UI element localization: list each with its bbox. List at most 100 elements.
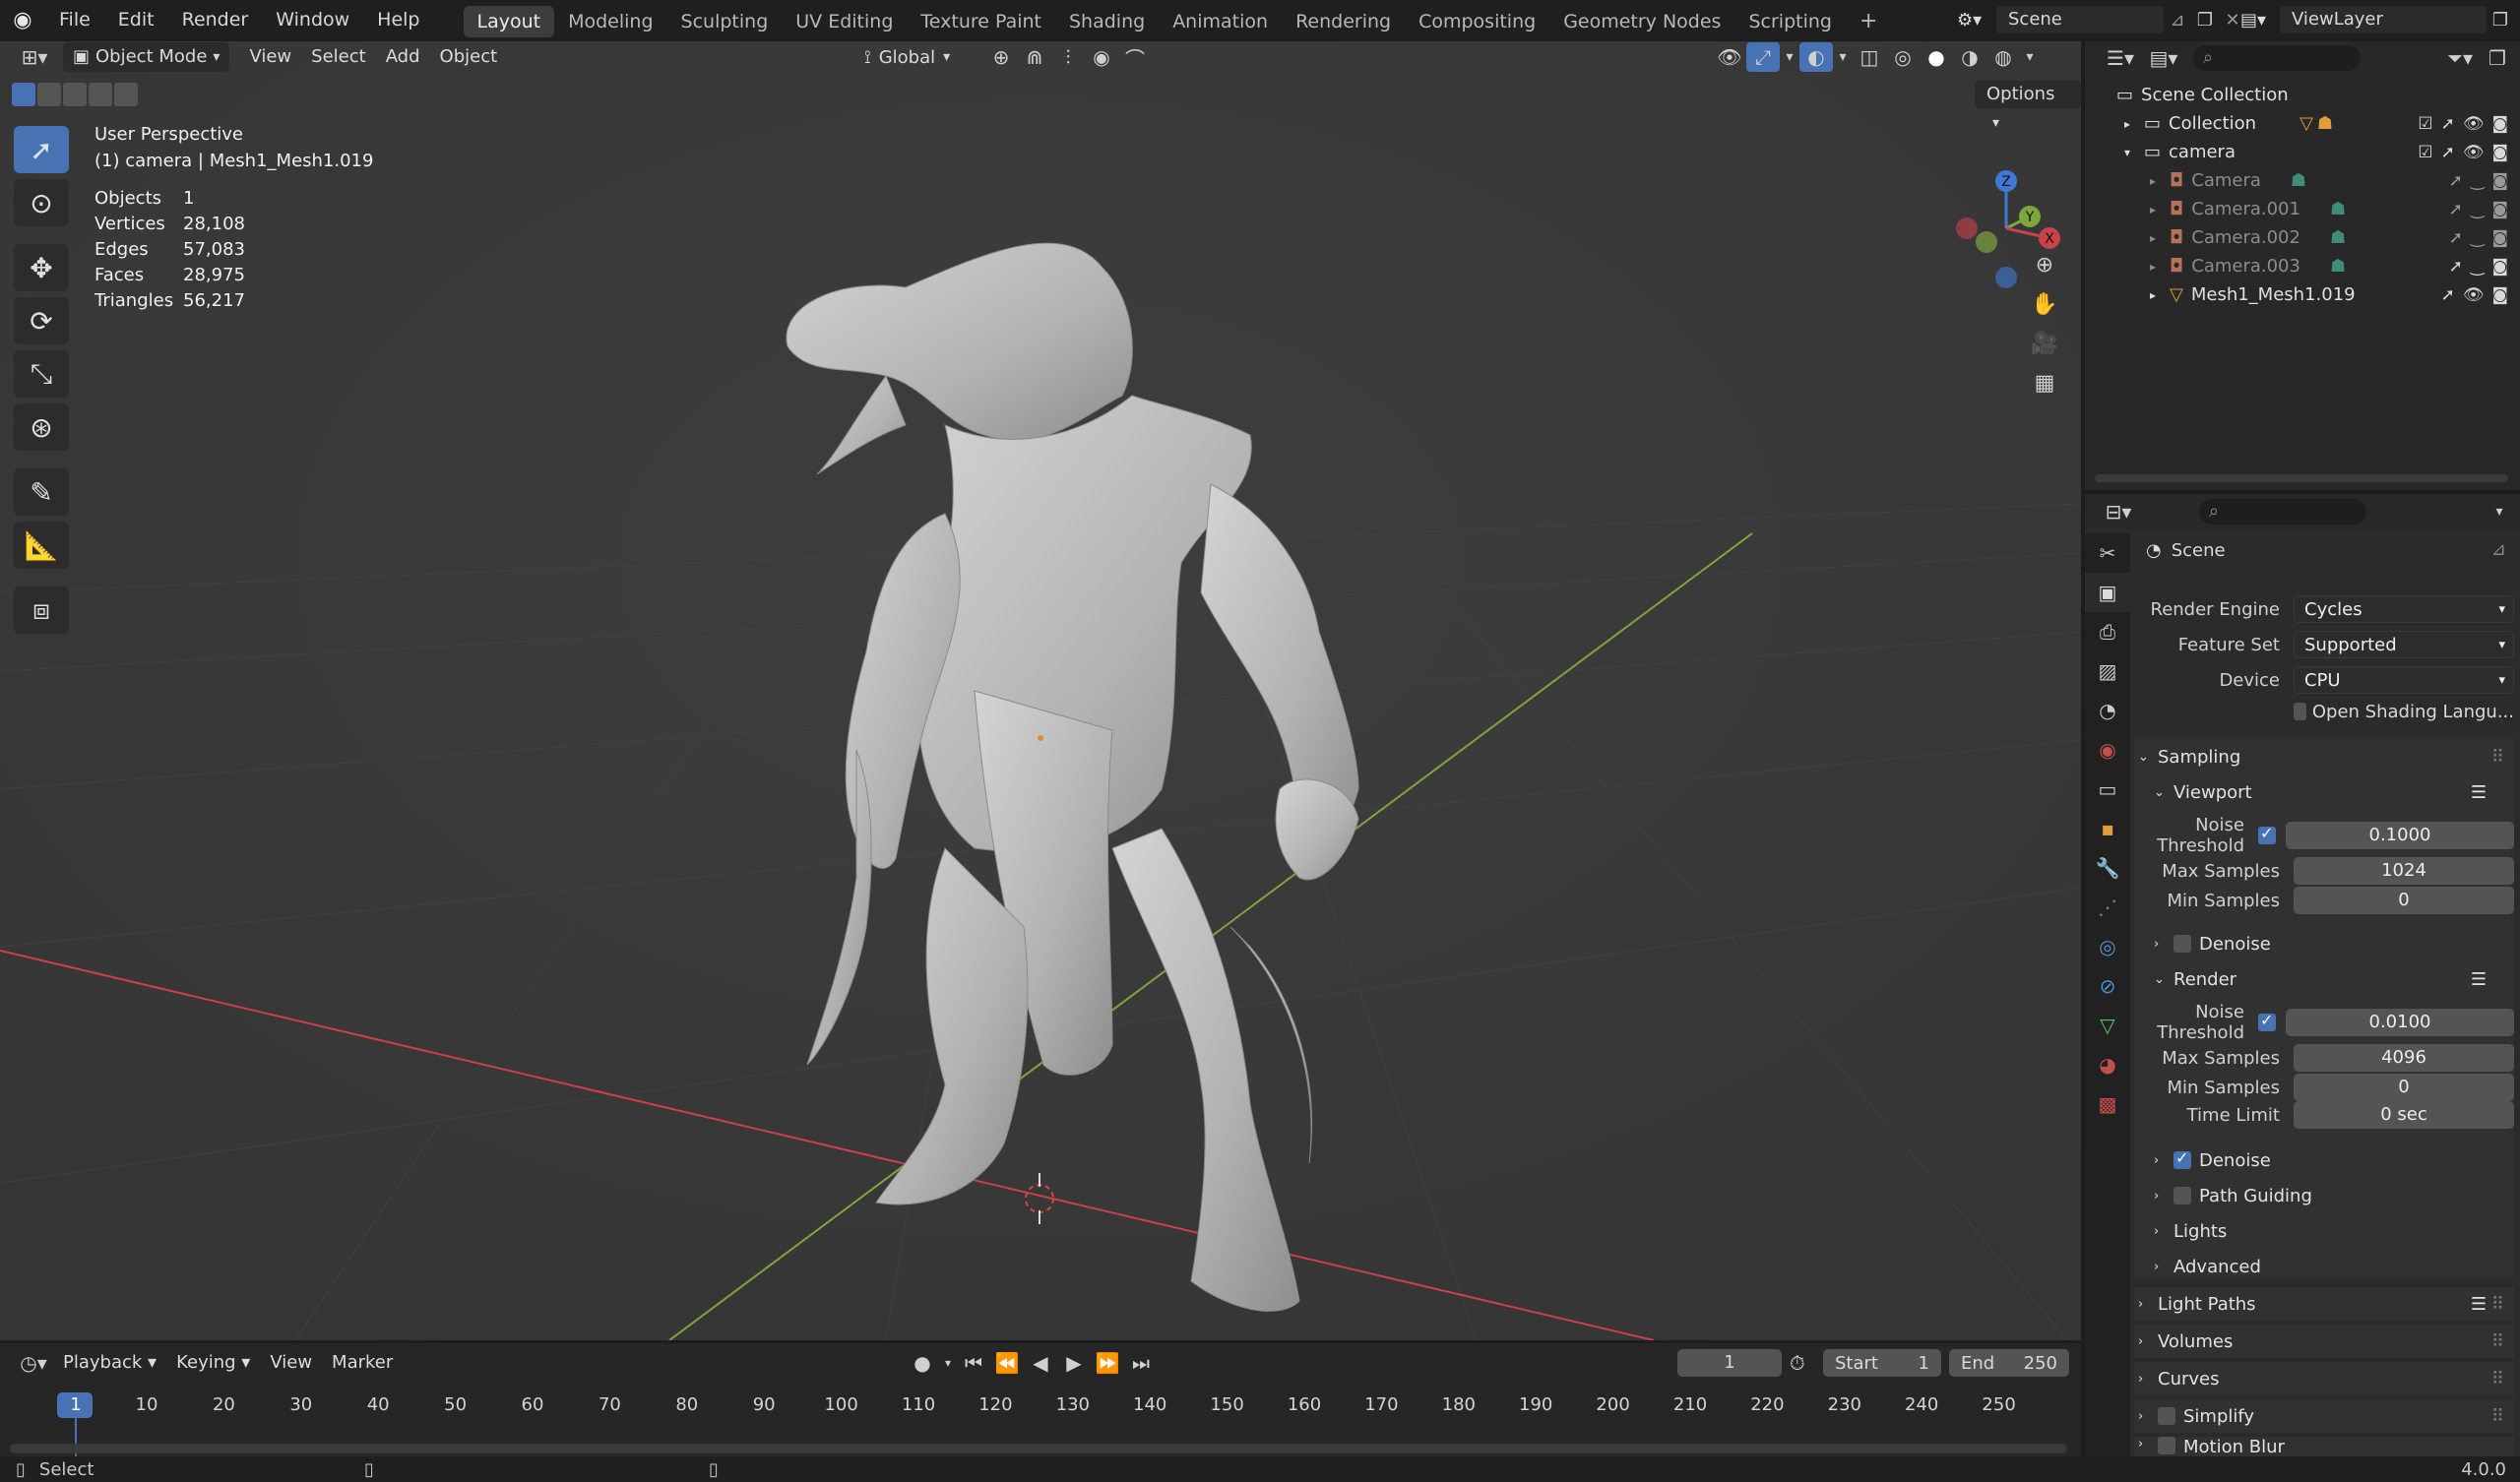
new-collection-icon[interactable]: ❐ xyxy=(2481,43,2514,73)
menu-view[interactable]: View xyxy=(239,42,301,72)
material-tab-icon[interactable]: ◕ xyxy=(2085,1045,2130,1084)
render-min-samples-field[interactable]: 0 xyxy=(2294,1074,2514,1101)
rendered-shading-icon[interactable]: ◍ xyxy=(1986,42,2020,72)
device-dropdown[interactable]: CPU ▾ xyxy=(2294,666,2514,694)
falloff-icon[interactable]: ⌒ xyxy=(1118,42,1152,72)
record-icon[interactable]: ● xyxy=(906,1348,939,1378)
drag-handle-icon[interactable]: ⠿ xyxy=(2491,747,2504,768)
expand-arrow-icon[interactable]: ▸ xyxy=(2150,288,2170,302)
select-arrow-icon[interactable]: ➚ xyxy=(2449,228,2463,248)
expand-arrow-icon[interactable]: ▸ xyxy=(2124,117,2144,131)
viewport-min-samples-field[interactable]: 0 xyxy=(2294,887,2514,914)
timeline-editor-icon[interactable]: ◷▾ xyxy=(14,1348,53,1378)
camera-icon[interactable]: ◙ xyxy=(2492,114,2509,134)
new-scene-icon[interactable]: ❐ xyxy=(2191,10,2219,31)
3d-viewport[interactable]: ⊞▾ ▣ Object Mode ▾ View Select Add Objec… xyxy=(0,41,2081,1340)
timeline-ruler[interactable]: 1 10 20 30 40 50 60 70 80 90 100 110 120 130 140 150 160… xyxy=(0,1383,2081,1461)
select-intersect-icon[interactable] xyxy=(114,83,138,106)
menu-render[interactable]: Render xyxy=(168,0,263,39)
camera-icon[interactable]: ◙ xyxy=(2492,171,2509,191)
outliner-search-input[interactable]: ⌕ xyxy=(2193,45,2361,71)
expand-arrow-icon[interactable]: ▸ xyxy=(2150,260,2170,274)
tab-shading[interactable]: Shading xyxy=(1055,6,1159,37)
gizmo-toggle-icon[interactable]: ⤢ xyxy=(1746,42,1780,72)
proportional-edit-icon[interactable]: ◉ xyxy=(1085,42,1118,72)
lights-subheader[interactable]: › Lights xyxy=(2134,1214,2514,1248)
curves-header[interactable]: › Curves ⠿ xyxy=(2134,1362,2514,1395)
zoom-icon[interactable]: ⊕ xyxy=(2028,250,2061,279)
select-arrow-icon[interactable]: ➚ xyxy=(2441,114,2455,134)
overlay-dropdown-icon[interactable]: ▾ xyxy=(1833,42,1853,72)
select-subtract-icon[interactable] xyxy=(63,83,87,106)
drag-handle-icon[interactable]: ⠿ xyxy=(2491,1369,2504,1389)
sampling-header[interactable]: ⌄ Sampling ⠿ xyxy=(2134,740,2514,773)
drag-handle-icon[interactable]: ⠿ xyxy=(2491,1331,2504,1352)
collapse-arrow-icon[interactable]: ▾ xyxy=(2124,146,2144,159)
outliner-row-camera-002[interactable]: ▸ ◘ Camera.002 ☗ ➚ ‿ ◙ xyxy=(2085,223,2520,252)
tab-compositing[interactable]: Compositing xyxy=(1405,6,1549,37)
render-tab-icon[interactable]: ▣ xyxy=(2085,573,2130,612)
menu-edit[interactable]: Edit xyxy=(104,0,168,39)
motion-blur-header[interactable]: › Motion Blur xyxy=(2134,1437,2514,1456)
outliner-row-mesh[interactable]: ▸ ▽ Mesh1_Mesh1.019 ➚ 👁 ◙ xyxy=(2085,280,2520,309)
camera-icon[interactable]: ◙ xyxy=(2492,257,2509,277)
render-noise-field[interactable]: 0.0100 xyxy=(2286,1009,2514,1036)
list-presets-icon[interactable]: ☰ xyxy=(2471,782,2487,803)
menu-keying[interactable]: Keying ▾ xyxy=(166,1348,260,1378)
eye-closed-icon[interactable]: ‿ xyxy=(2471,257,2485,277)
snap-target-icon[interactable]: ⫶ xyxy=(1051,42,1085,72)
select-arrow-icon[interactable]: ➚ xyxy=(2449,200,2463,219)
eye-closed-icon[interactable]: ‿ xyxy=(2471,228,2485,248)
camera-icon[interactable]: ◙ xyxy=(2492,285,2509,305)
jump-start-icon[interactable]: ⏮ xyxy=(957,1348,990,1378)
add-cube-icon[interactable]: ⧈ xyxy=(14,587,69,634)
expand-arrow-icon[interactable]: ▸ xyxy=(2150,174,2170,188)
viewport-max-samples-field[interactable]: 1024 xyxy=(2294,857,2514,885)
viewlayer-name-field[interactable]: ViewLayer xyxy=(2280,6,2487,33)
advanced-subheader[interactable]: › Advanced xyxy=(2134,1250,2514,1283)
collection-tab-icon[interactable]: ▭ xyxy=(2085,770,2130,809)
menu-marker[interactable]: Marker xyxy=(322,1348,403,1378)
checkbox-icon[interactable]: ☑ xyxy=(2418,114,2432,134)
overlay-toggle-icon[interactable]: ◐ xyxy=(1799,42,1833,72)
osl-row[interactable]: Open Shading Langu... xyxy=(2294,697,2514,726)
outliner-row-collection[interactable]: ▸ ▭ Collection ▽ ☗ ☑ ➚ 👁 ◙ xyxy=(2085,109,2520,138)
tool-tab-icon[interactable]: ✂ xyxy=(2085,533,2130,573)
eye-closed-icon[interactable]: ‿ xyxy=(2471,200,2485,219)
tab-texture-paint[interactable]: Texture Paint xyxy=(907,6,1055,37)
tab-uv-editing[interactable]: UV Editing xyxy=(782,6,907,37)
path-guiding-subheader[interactable]: › Path Guiding xyxy=(2134,1179,2514,1212)
wireframe-shading-icon[interactable]: ◎ xyxy=(1886,42,1920,72)
expand-arrow-icon[interactable]: ▸ xyxy=(2150,203,2170,216)
current-frame-field[interactable]: 1 xyxy=(1677,1349,1782,1377)
start-frame-field[interactable]: Start 1 xyxy=(1823,1349,1941,1377)
select-invert-icon[interactable] xyxy=(89,83,112,106)
eye-closed-icon[interactable]: ‿ xyxy=(2471,171,2485,191)
world-tab-icon[interactable]: ◉ xyxy=(2085,730,2130,770)
pivot-icon[interactable]: ⊕ xyxy=(984,42,1018,72)
display-mode-icon[interactable]: ▤▾ xyxy=(2142,43,2185,73)
osl-checkbox[interactable] xyxy=(2294,703,2306,720)
cursor-icon[interactable]: ⊙ xyxy=(14,179,69,226)
motion-blur-checkbox[interactable] xyxy=(2158,1437,2175,1454)
simplify-header[interactable]: › Simplify ⠿ xyxy=(2134,1399,2514,1433)
view-layer-tab-icon[interactable]: ▨ xyxy=(2085,651,2130,691)
jump-keyframe-forward-icon[interactable]: ⏩ xyxy=(1091,1348,1124,1378)
time-limit-field[interactable]: 0 sec xyxy=(2294,1101,2514,1129)
material-shading-icon[interactable]: ◑ xyxy=(1953,42,1986,72)
jump-end-icon[interactable]: ⏭ xyxy=(1124,1348,1158,1378)
object-tab-icon[interactable]: ▪ xyxy=(2085,809,2130,848)
pan-hand-icon[interactable]: ✋ xyxy=(2028,289,2061,319)
select-arrow-icon[interactable]: ➚ xyxy=(2441,143,2455,162)
editor-type-icon[interactable]: ⊞▾ xyxy=(12,42,57,72)
texture-tab-icon[interactable]: ▩ xyxy=(2085,1084,2130,1124)
record-dropdown-icon[interactable]: ▾ xyxy=(939,1348,957,1378)
pin-icon[interactable]: ⊿ xyxy=(2491,539,2506,560)
measure-icon[interactable]: 📐 xyxy=(14,522,69,569)
expand-arrow-icon[interactable]: ▸ xyxy=(2150,231,2170,245)
menu-object[interactable]: Object xyxy=(430,42,508,72)
mode-dropdown[interactable]: ▣ Object Mode ▾ xyxy=(63,42,230,72)
camera-icon[interactable]: ◙ xyxy=(2492,143,2509,162)
eye-icon[interactable]: 👁 xyxy=(2463,285,2485,305)
transform-orientation[interactable]: ⟟ Global ▾ xyxy=(864,47,950,68)
